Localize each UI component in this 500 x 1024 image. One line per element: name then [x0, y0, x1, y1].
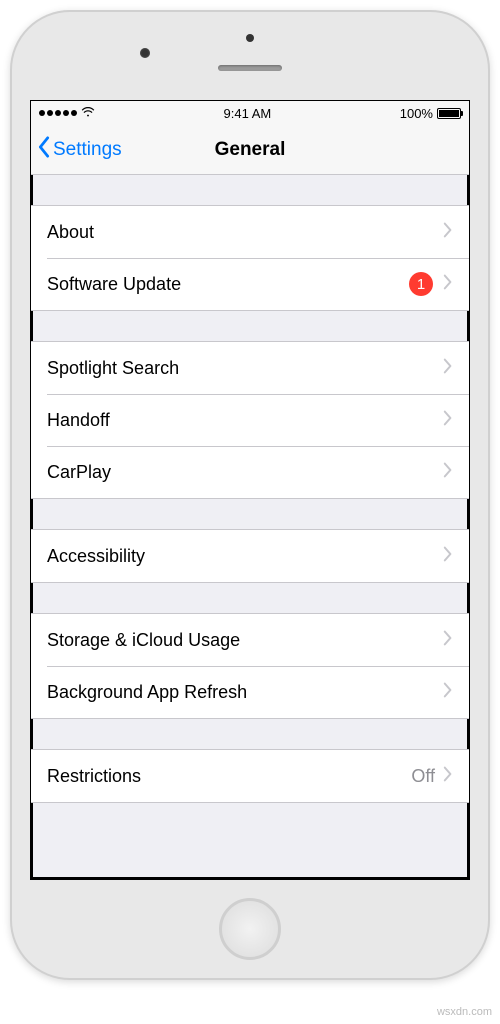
- row-label: Software Update: [47, 274, 409, 295]
- chevron-right-icon: [443, 682, 453, 703]
- row-background-app-refresh[interactable]: Background App Refresh: [31, 666, 469, 718]
- status-time: 9:41 AM: [224, 106, 272, 121]
- row-handoff[interactable]: Handoff: [31, 394, 469, 446]
- page-title: General: [215, 139, 286, 161]
- iphone-device-frame: 9:41 AM 100% Settings General About: [10, 10, 490, 980]
- row-software-update[interactable]: Software Update 1: [31, 258, 469, 310]
- notification-badge: 1: [409, 272, 433, 296]
- row-label: Spotlight Search: [47, 358, 443, 379]
- back-button[interactable]: Settings: [37, 125, 122, 174]
- watermark-text: wsxdn.com: [437, 1006, 492, 1018]
- row-restrictions[interactable]: Restrictions Off: [31, 750, 469, 802]
- row-value: Off: [411, 766, 435, 787]
- chevron-left-icon: [37, 136, 51, 164]
- chevron-right-icon: [443, 630, 453, 651]
- settings-group: Spotlight Search Handoff CarPlay: [31, 341, 469, 499]
- row-carplay[interactable]: CarPlay: [31, 446, 469, 498]
- settings-group: About Software Update 1: [31, 205, 469, 311]
- row-label: About: [47, 222, 443, 243]
- row-label: Accessibility: [47, 546, 443, 567]
- row-spotlight-search[interactable]: Spotlight Search: [31, 342, 469, 394]
- chevron-right-icon: [443, 766, 453, 787]
- chevron-right-icon: [443, 358, 453, 379]
- chevron-right-icon: [443, 462, 453, 483]
- chevron-right-icon: [443, 546, 453, 567]
- row-accessibility[interactable]: Accessibility: [31, 530, 469, 582]
- settings-group: Storage & iCloud Usage Background App Re…: [31, 613, 469, 719]
- battery-icon: [437, 108, 461, 119]
- row-label: CarPlay: [47, 462, 443, 483]
- row-label: Storage & iCloud Usage: [47, 630, 443, 651]
- earpiece-speaker: [218, 65, 282, 71]
- row-about[interactable]: About: [31, 206, 469, 258]
- home-button[interactable]: [219, 898, 281, 960]
- wifi-icon: [81, 105, 95, 122]
- screen: 9:41 AM 100% Settings General About: [30, 100, 470, 880]
- battery-percent: 100%: [400, 106, 433, 121]
- chevron-right-icon: [443, 274, 453, 295]
- chevron-right-icon: [443, 222, 453, 243]
- status-bar: 9:41 AM 100%: [31, 101, 469, 125]
- back-label: Settings: [53, 139, 122, 161]
- row-label: Handoff: [47, 410, 443, 431]
- proximity-sensor: [246, 34, 254, 42]
- settings-group: Accessibility: [31, 529, 469, 583]
- row-storage-icloud-usage[interactable]: Storage & iCloud Usage: [31, 614, 469, 666]
- cellular-signal-icon: [39, 110, 77, 116]
- chevron-right-icon: [443, 410, 453, 431]
- row-label: Background App Refresh: [47, 682, 443, 703]
- row-label: Restrictions: [47, 766, 411, 787]
- settings-group: Restrictions Off: [31, 749, 469, 803]
- front-camera: [140, 48, 150, 58]
- navigation-bar: Settings General: [31, 125, 469, 175]
